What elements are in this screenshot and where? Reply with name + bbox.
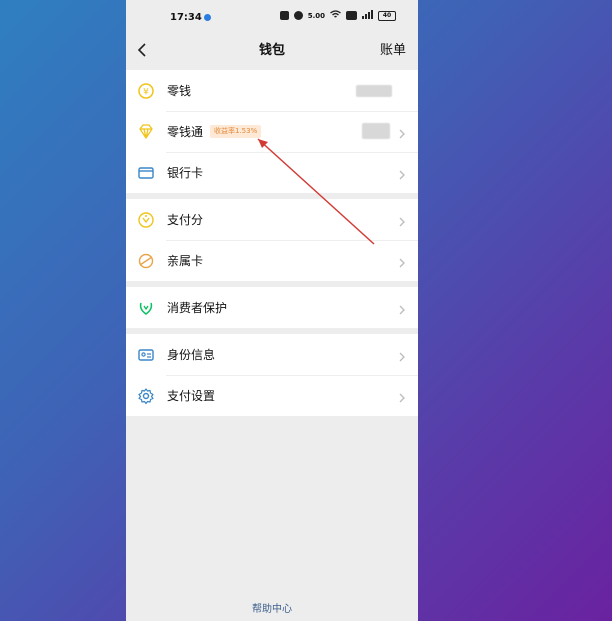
wallet-group-settings: 身份信息 支付设置: [126, 334, 418, 416]
gear-icon: [136, 386, 156, 406]
status-time: 17:34: [170, 12, 202, 23]
family-card-icon: [136, 251, 156, 271]
list-item-label: 身份信息: [167, 348, 216, 362]
chevron-right-icon: [398, 254, 406, 268]
wallet-group-protection: 消费者保护: [126, 287, 418, 328]
list-item-lingqiantong[interactable]: 零钱通 收益率1.53%: [126, 111, 418, 152]
list-item-bank-card[interactable]: 银行卡: [126, 152, 418, 193]
list-item-label: 消费者保护: [167, 301, 228, 315]
list-item-identity[interactable]: 身份信息: [126, 334, 418, 375]
svg-text:¥: ¥: [143, 88, 149, 98]
status-icons: 5.00 40: [279, 10, 396, 21]
battery-icon: 40: [378, 10, 396, 21]
wallet-group-balance: ¥ 零钱 零钱通 收益率1.53% 银行卡: [126, 70, 418, 193]
nav-bar: 钱包 账单: [126, 34, 418, 68]
chevron-right-icon: [398, 213, 406, 227]
phone-screen: 17:34 5.00 40 钱包 账单 ¥ 零钱 零钱通 收益率1.53% 银行…: [126, 0, 418, 621]
bill-button[interactable]: 账单: [380, 39, 406, 58]
signal-icon: [362, 10, 373, 21]
alarm-icon: [293, 11, 303, 20]
card-icon: [136, 163, 156, 183]
chevron-right-icon: [398, 348, 406, 362]
list-item-payment-score[interactable]: 支付分: [126, 199, 418, 240]
wallet-group-credit: 支付分 亲属卡: [126, 199, 418, 281]
masked-amount: [356, 85, 392, 97]
wifi-icon: [330, 10, 341, 21]
list-item-label: 支付分: [167, 213, 204, 227]
list-item-label: 银行卡: [167, 166, 204, 180]
protect-icon: [136, 298, 156, 318]
chevron-right-icon: [398, 389, 406, 403]
help-center-link[interactable]: 帮助中心: [126, 600, 418, 615]
diamond-icon: [136, 122, 156, 142]
chevron-right-icon: [398, 301, 406, 315]
list-item-label: 零钱通: [167, 125, 204, 139]
list-item-change[interactable]: ¥ 零钱: [126, 70, 418, 111]
list-item-consumer-protection[interactable]: 消费者保护: [126, 287, 418, 328]
chevron-right-icon: [398, 125, 406, 139]
hd-icon: [346, 11, 357, 20]
list-item-family-card[interactable]: 亲属卡: [126, 240, 418, 281]
network-speed: 5.00: [307, 11, 325, 20]
coin-icon: ¥: [136, 81, 156, 101]
id-icon: [136, 345, 156, 365]
nfc-icon: [279, 11, 289, 20]
chevron-right-icon: [398, 166, 406, 180]
page-title: 钱包: [258, 43, 285, 58]
list-item-label: 亲属卡: [167, 254, 204, 268]
score-icon: [136, 210, 156, 230]
list-item-payment-settings[interactable]: 支付设置: [126, 375, 418, 416]
notification-dot-icon: [204, 14, 211, 21]
list-item-label: 零钱: [167, 84, 192, 98]
status-bar: 17:34 5.00 40: [126, 0, 418, 34]
list-item-label: 支付设置: [167, 389, 216, 403]
masked-amount: [362, 123, 390, 139]
yield-badge: 收益率1.53%: [210, 125, 262, 138]
